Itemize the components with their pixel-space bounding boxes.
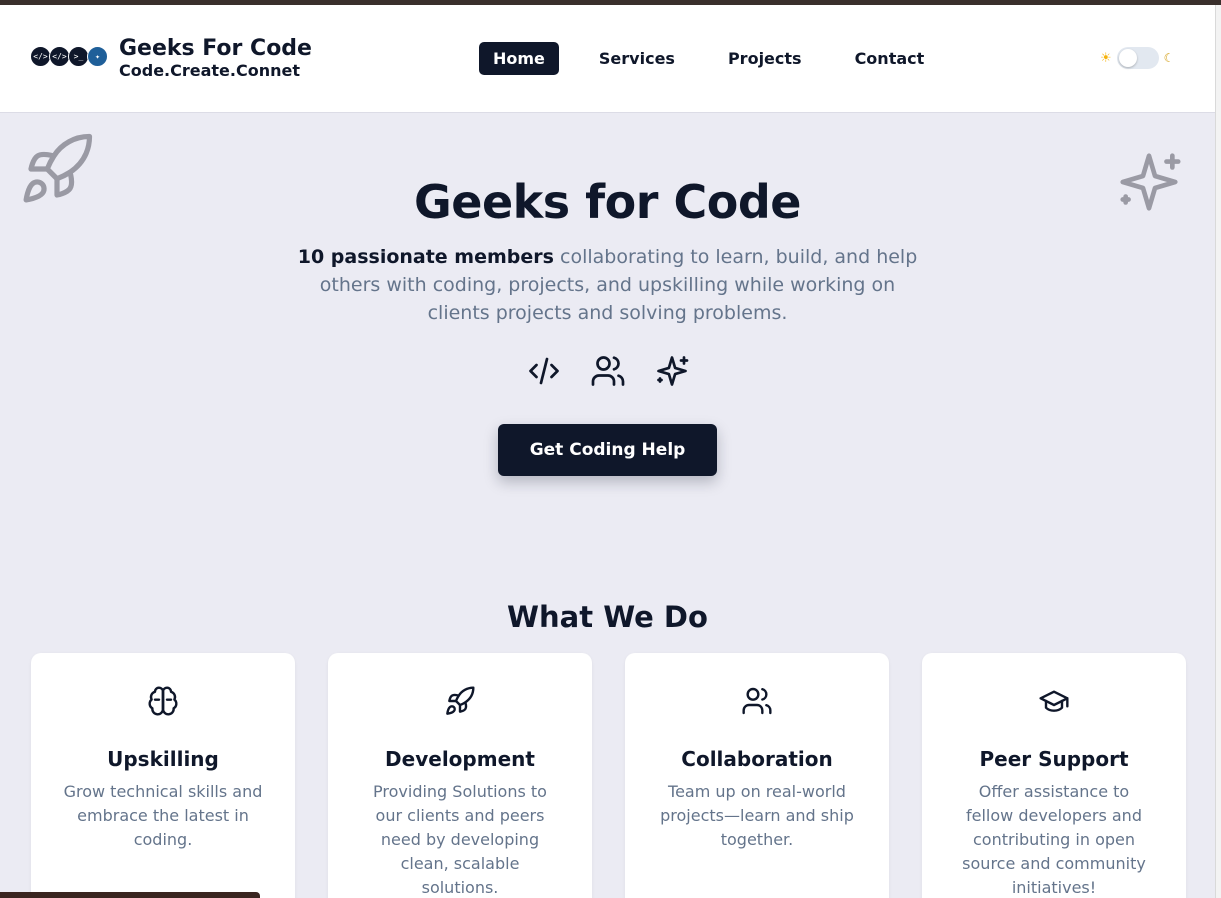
card-development: Development Providing Solutions to our c… [328,653,592,898]
switch-knob [1118,49,1137,67]
main-nav: Home Services Projects Contact [479,42,937,75]
theme-toggle[interactable]: ☀ ☾ [1100,47,1174,69]
get-coding-help-button[interactable]: Get Coding Help [497,424,718,476]
hero-icons [0,353,1215,393]
nav-services[interactable]: Services [586,42,688,75]
service-cards: Upskilling Grow technical skills and emb… [31,653,1186,898]
brand[interactable]: </> </> >_ ✦ Geeks For Code Code.Create.… [30,37,312,81]
card-title: Upskilling [107,747,219,771]
users-icon [590,353,626,393]
brand-subtitle: Code.Create.Connet [119,61,300,80]
card-upskilling: Upskilling Grow technical skills and emb… [31,653,295,898]
card-text: Offer assistance to fellow developers an… [962,782,1146,897]
status-bar [0,892,260,898]
brain-icon [31,685,295,719]
scrollbar[interactable] [1215,5,1221,898]
card-text: Team up on real-world projects—learn and… [660,782,854,849]
rocket-icon [328,685,592,719]
site-header: </> </> >_ ✦ Geeks For Code Code.Create.… [0,5,1215,113]
hero-description: 10 passionate members collaborating to l… [288,243,928,327]
card-title: Collaboration [681,747,833,771]
graduation-cap-icon [922,685,1186,719]
nav-contact[interactable]: Contact [842,42,938,75]
code-icon [526,353,562,393]
users-icon [625,685,889,719]
brand-title: Geeks For Code [119,36,312,61]
sun-icon: ☀ [1100,50,1112,66]
nav-home[interactable]: Home [479,42,559,75]
hero-title: Geeks for Code [414,175,801,229]
section-title: What We Do [507,600,708,634]
theme-switch[interactable] [1116,47,1159,69]
card-peer-support: Peer Support Offer assistance to fellow … [922,653,1186,898]
card-text: Providing Solutions to our clients and p… [373,782,547,897]
card-title: Development [385,747,535,771]
card-title: Peer Support [979,747,1129,771]
card-collaboration: Collaboration Team up on real-world proj… [625,653,889,898]
card-text: Grow technical skills and embrace the la… [63,782,263,849]
logo: </> </> >_ ✦ [30,46,109,72]
nav-projects[interactable]: Projects [715,42,815,75]
hero-section: Geeks for Code 10 passionate members col… [0,170,1215,476]
hero-highlight: 10 passionate members [297,246,554,268]
moon-icon: ☾ [1163,51,1175,65]
sparkles-icon [654,353,690,393]
